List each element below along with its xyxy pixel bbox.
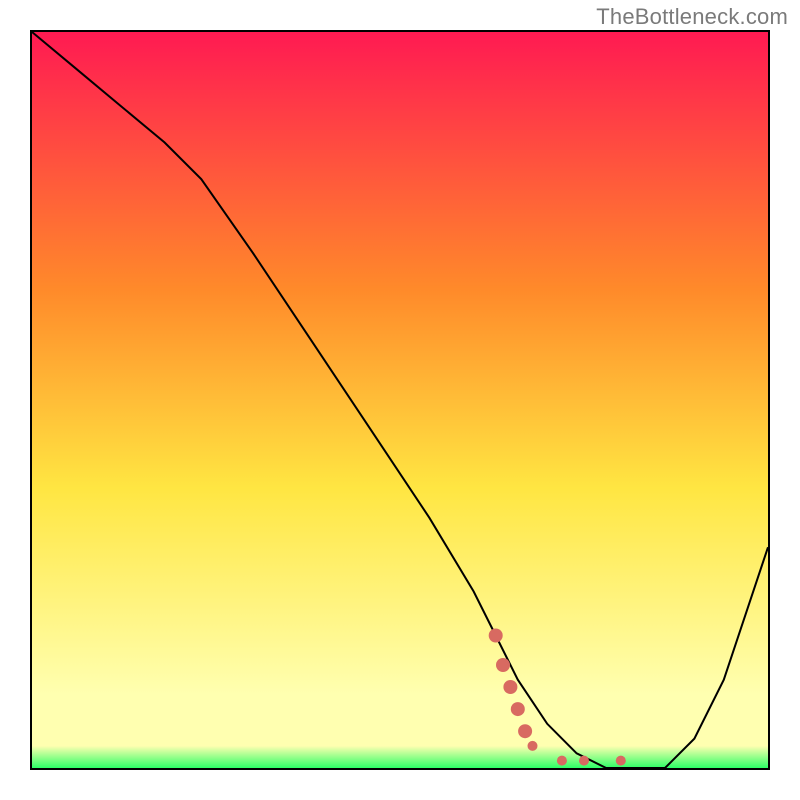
marker-dot [528, 741, 538, 751]
marker-dot [511, 702, 525, 716]
chart-container: TheBottleneck.com [0, 0, 800, 800]
gradient-background [32, 32, 768, 768]
marker-dot [489, 629, 503, 643]
marker-dot [518, 724, 532, 738]
marker-dot [616, 756, 626, 766]
marker-dot [503, 680, 517, 694]
watermark-text: TheBottleneck.com [596, 4, 788, 30]
marker-dot [579, 756, 589, 766]
plot-area [30, 30, 770, 770]
marker-dot [557, 756, 567, 766]
marker-dot [496, 658, 510, 672]
